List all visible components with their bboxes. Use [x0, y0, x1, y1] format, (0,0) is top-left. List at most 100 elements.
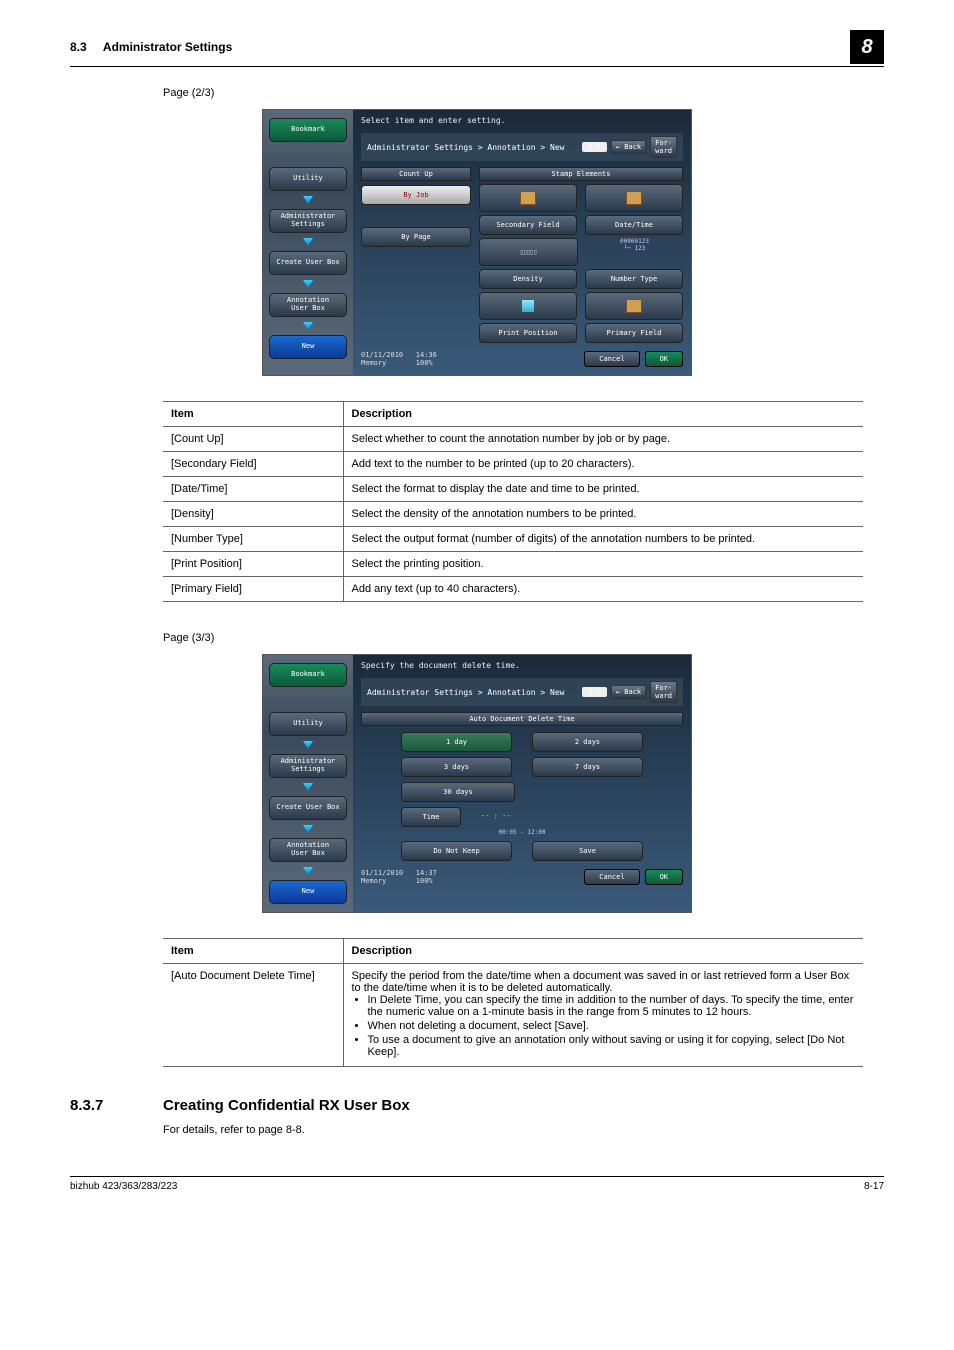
hint-text: Specify the document delete time.	[361, 661, 683, 670]
chevron-down-icon	[303, 280, 313, 288]
page-footer: bizhub 423/363/283/223 8-17	[70, 1176, 884, 1192]
table-row: [Auto Document Delete Time] Specify the …	[163, 964, 863, 1067]
density-button[interactable]: Density	[479, 269, 577, 289]
timestamp: 01/11/2010 14:36 Memory 100%	[361, 351, 437, 367]
chapter-number-box: 8	[850, 30, 884, 64]
scr-sidebar: Bookmark Utility Administrator Settings …	[263, 110, 353, 375]
new-button[interactable]: New	[269, 880, 347, 904]
table-cell-desc: Specify the period from the date/time wh…	[343, 964, 863, 1067]
table-row: [Secondary Field]Add text to the number …	[163, 452, 863, 477]
bookmark-button[interactable]: Bookmark	[269, 663, 347, 687]
subheading-row: 8.3.7 Creating Confidential RX User Box	[70, 1097, 884, 1114]
screenshot-annotation-3of3: Bookmark Utility Administrator Settings …	[262, 654, 692, 913]
back-button[interactable]: ← Back	[611, 140, 646, 154]
admin-settings-button[interactable]: Administrator Settings	[269, 209, 347, 233]
breadcrumb: Administrator Settings > Annotation > Ne…	[361, 678, 683, 706]
byjob-button[interactable]: By Job	[361, 185, 471, 205]
page-3of3-label: Page (3/3)	[163, 632, 884, 644]
page-indicator: 3/3	[582, 687, 607, 697]
annotation-userbox-button[interactable]: Annotation User Box	[269, 293, 347, 317]
time-button[interactable]: Time	[401, 807, 461, 827]
7days-button[interactable]: 7 days	[532, 757, 643, 777]
printposition-button[interactable]: Print Position	[479, 323, 577, 343]
subheading-number: 8.3.7	[70, 1097, 133, 1114]
forward-button[interactable]: For- ward	[650, 136, 677, 158]
datetime-value: 00000123 └─ 123	[586, 238, 683, 266]
chevron-down-icon	[303, 825, 313, 833]
table-row: [Number Type]Select the output format (n…	[163, 527, 863, 552]
admin-settings-button[interactable]: Administrator Settings	[269, 754, 347, 778]
primaryfield-button[interactable]: Primary Field	[585, 323, 683, 343]
chevron-down-icon	[303, 741, 313, 749]
header-left: 8.3 Administrator Settings	[70, 40, 232, 54]
1day-button[interactable]: 1 day	[401, 732, 512, 752]
forward-button[interactable]: For- ward	[650, 681, 677, 703]
breadcrumb-text: Administrator Settings > Annotation > Ne…	[367, 143, 578, 152]
2days-button[interactable]: 2 days	[532, 732, 643, 752]
stamp-icon	[626, 191, 642, 205]
datetime-button[interactable]: Date/Time	[585, 215, 683, 235]
page-header: 8.3 Administrator Settings 8	[70, 30, 884, 67]
time-value: -- : --	[461, 807, 643, 827]
desc-bullet: When not deleting a document, select [Sa…	[368, 1020, 856, 1032]
30days-button[interactable]: 30 days	[401, 782, 515, 802]
3days-button[interactable]: 3 days	[401, 757, 512, 777]
utility-button[interactable]: Utility	[269, 712, 347, 736]
ok-button[interactable]: OK	[645, 869, 683, 885]
subheading-title: Creating Confidential RX User Box	[163, 1097, 410, 1114]
cancel-button[interactable]: Cancel	[584, 351, 639, 367]
table-header-desc: Description	[343, 402, 863, 427]
stamp-icon-2[interactable]	[585, 184, 683, 212]
table-row: [Primary Field]Add any text (up to 40 ch…	[163, 577, 863, 602]
chevron-down-icon	[303, 867, 313, 875]
desc-intro: Specify the period from the date/time wh…	[352, 970, 856, 994]
page-indicator: 2/3	[582, 142, 607, 152]
breadcrumb-text: Administrator Settings > Annotation > Ne…	[367, 688, 578, 697]
create-userbox-button[interactable]: Create User Box	[269, 796, 347, 820]
scr-main: Select item and enter setting. Administr…	[353, 110, 691, 375]
secondary-preview: ▯▯▯▯▯	[479, 238, 578, 266]
footer-page: 8-17	[864, 1181, 884, 1192]
utility-button[interactable]: Utility	[269, 167, 347, 191]
desc-bullet: To use a document to give an annotation …	[368, 1034, 856, 1058]
autodelete-heading: Auto Document Delete Time	[361, 712, 683, 726]
stamp-heading: Stamp Elements	[479, 167, 683, 181]
stamp-icon	[626, 299, 642, 313]
chevron-down-icon	[303, 238, 313, 246]
density-preview	[479, 292, 577, 320]
create-userbox-button[interactable]: Create User Box	[269, 251, 347, 275]
donotkeep-button[interactable]: Do Not Keep	[401, 841, 512, 861]
back-button[interactable]: ← Back	[611, 685, 646, 699]
numbertype-preview	[585, 292, 683, 320]
chevron-down-icon	[303, 322, 313, 330]
scr-main: Specify the document delete time. Admini…	[353, 655, 691, 912]
stamp-icon	[520, 191, 536, 205]
countup-heading: Count Up	[361, 167, 471, 181]
header-section-num: 8.3	[70, 40, 87, 54]
timestamp: 01/11/2010 14:37 Memory 100%	[361, 869, 437, 885]
breadcrumb: Administrator Settings > Annotation > Ne…	[361, 133, 683, 161]
annotation-userbox-button[interactable]: Annotation User Box	[269, 838, 347, 862]
ok-button[interactable]: OK	[645, 351, 683, 367]
cancel-button[interactable]: Cancel	[584, 869, 639, 885]
save-button[interactable]: Save	[532, 841, 643, 861]
desc-bullet: In Delete Time, you can specify the time…	[368, 994, 856, 1018]
new-button[interactable]: New	[269, 335, 347, 359]
refer-text: For details, refer to page 8-8.	[163, 1124, 884, 1136]
table-row: [Print Position]Select the printing posi…	[163, 552, 863, 577]
secondary-field-button[interactable]: Secondary Field	[479, 215, 577, 235]
scr-sidebar: Bookmark Utility Administrator Settings …	[263, 655, 353, 912]
bypage-button[interactable]: By Page	[361, 227, 471, 247]
footer-model: bizhub 423/363/283/223	[70, 1181, 177, 1192]
table-row: [Date/Time]Select the format to display …	[163, 477, 863, 502]
chevron-down-icon	[303, 196, 313, 204]
hint-text: Select item and enter setting.	[361, 116, 683, 125]
screenshot-annotation-2of3: Bookmark Utility Administrator Settings …	[262, 109, 692, 376]
numbertype-button[interactable]: Number Type	[585, 269, 683, 289]
bookmark-button[interactable]: Bookmark	[269, 118, 347, 142]
description-table-1: Item Description [Count Up]Select whethe…	[163, 401, 863, 602]
stamp-icon-1[interactable]	[479, 184, 577, 212]
table-row: [Count Up]Select whether to count the an…	[163, 427, 863, 452]
table-cell-item: [Auto Document Delete Time]	[163, 964, 343, 1067]
table-header-desc: Description	[343, 939, 863, 964]
